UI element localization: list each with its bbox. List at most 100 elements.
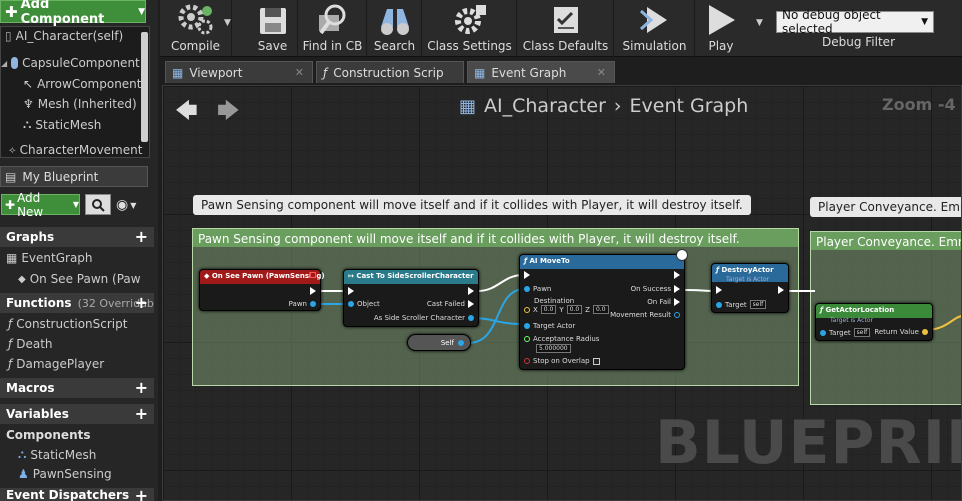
add-new-button[interactable]: ✚ Add New ▼ (1, 191, 80, 219)
tree-item-arrow[interactable]: ↖ ArrowComponent (23, 77, 142, 91)
function-icon: ƒ (716, 266, 720, 274)
as-character-pin[interactable]: As Side Scroller Character (374, 314, 474, 322)
class-settings-button[interactable]: Class Settings (423, 0, 517, 57)
pawn-output-pin[interactable]: Pawn (289, 300, 316, 308)
component-item-staticmesh[interactable]: ⛬ StaticMesh (18, 447, 96, 462)
tab-viewport[interactable]: ▦ Viewport ✕ (165, 61, 313, 83)
event-dispatchers-header[interactable]: Event Dispatchers + (0, 488, 154, 501)
object-input-pin[interactable]: Object (348, 300, 380, 308)
target-actor-pin[interactable]: Target Actor (524, 322, 575, 330)
exec-out-pin[interactable] (778, 286, 784, 294)
play-button[interactable]: Play (696, 0, 746, 57)
tree-item-staticmesh[interactable]: ⛬ StaticMesh (23, 117, 101, 132)
node-cast-to[interactable]: ↦ Cast To SideScrollerCharacter Object C… (343, 269, 479, 327)
component-item-pawnsensing[interactable]: ♟ PawnSensing (18, 467, 112, 481)
tree-item-mesh[interactable]: ♆ Mesh (Inherited) (23, 97, 137, 111)
target-input-pin[interactable]: Target self (820, 328, 871, 337)
search-button[interactable] (85, 194, 111, 215)
on-fail-pin[interactable]: On Fail (647, 298, 680, 306)
static-mesh-icon: ⛬ (18, 447, 27, 461)
tab-event-graph[interactable]: ▦ Event Graph ✕ (467, 61, 615, 83)
tree-item-self[interactable]: ▯ AI_Character(self) (5, 29, 123, 43)
movement-result-pin[interactable]: Movement Result (610, 311, 680, 319)
graph-icon: ▦ (6, 251, 18, 265)
exec-out-pin[interactable] (310, 287, 316, 295)
exec-in-pin[interactable] (716, 286, 722, 294)
dest-z-field[interactable]: 0.0 (592, 305, 609, 314)
cast-icon: ↦ (348, 272, 354, 280)
function-item-construction[interactable]: ƒ ConstructionScript (8, 317, 127, 331)
node-self[interactable]: Self (407, 334, 471, 351)
components-tree: ▯ AI_Character(self) ◢ CapsuleComponent … (0, 26, 150, 158)
stop-on-overlap-pin[interactable]: Stop on Overlap (524, 357, 600, 365)
chevron-down-icon: ▼ (130, 200, 137, 210)
tree-item-capsule[interactable]: ◢ CapsuleComponent (1, 56, 140, 70)
variables-header[interactable]: Variables + (0, 404, 154, 424)
components-subheader[interactable]: Components (6, 428, 91, 442)
target-input-pin[interactable]: Target self (716, 300, 767, 309)
add-function-button[interactable]: + (135, 295, 148, 311)
event-icon: ◆ (18, 273, 26, 285)
debug-object-select[interactable]: No debug object selected ▼ (776, 8, 934, 36)
pawn-sensing-icon: ♟ (18, 467, 29, 481)
checkbox-icon[interactable] (592, 357, 600, 365)
simulation-button[interactable]: Simulation (615, 0, 695, 57)
arrow-icon: ↖ (23, 77, 34, 91)
graphs-header[interactable]: Graphs + (0, 227, 154, 247)
function-icon: ƒ (524, 257, 528, 265)
add-dispatcher-button[interactable]: + (135, 488, 148, 501)
plus-icon: ✚ (5, 197, 16, 212)
graph-item-eventgraph[interactable]: ▦ EventGraph (6, 251, 93, 265)
event-graph-canvas[interactable]: 🡄 🡆 ▦ AI_Character › Event Graph Zoom -4… (162, 85, 962, 501)
dest-x-field[interactable]: 0.0 (540, 305, 557, 314)
acceptance-radius-pin[interactable]: Acceptance Radius (524, 335, 599, 343)
add-variable-button[interactable]: + (135, 406, 148, 422)
search-button-toolbar[interactable]: Search (368, 0, 422, 57)
pawn-input-pin[interactable]: Pawn (524, 285, 551, 293)
tree-item-movement[interactable]: ⟡ CharacterMovement (9, 143, 142, 157)
checklist-icon (553, 7, 578, 33)
tree-scrollbar[interactable] (141, 32, 148, 142)
compile-options-chevron[interactable]: ▼ (224, 18, 231, 28)
view-options-button[interactable]: ◉ ▼ (116, 196, 148, 214)
exec-in-pin[interactable] (348, 287, 354, 295)
function-item-death[interactable]: ƒ Death (8, 337, 53, 351)
exec-out-pin[interactable] (468, 287, 474, 295)
return-value-pin[interactable]: Return Value (874, 328, 928, 336)
exec-out-pin[interactable] (674, 271, 680, 279)
my-blueprint-tab[interactable]: ▤ My Blueprint (0, 166, 148, 187)
radius-field[interactable]: 5.000000 (536, 344, 571, 353)
function-icon: ƒ (8, 337, 13, 351)
node-ai-moveto[interactable]: ƒ AI MoveTo Pawn Destination X 0.0 Y 0.0… (519, 249, 688, 370)
node-on-see-pawn[interactable]: ◆ On See Pawn (PawnSensing) Pawn (199, 269, 325, 311)
graph-icon: ▦ (474, 65, 486, 80)
close-icon[interactable]: ✕ (597, 66, 606, 79)
cast-failed-pin[interactable]: Cast Failed (427, 300, 474, 308)
binoculars-icon (380, 9, 409, 35)
compile-button[interactable]: Compile (160, 0, 232, 57)
add-graph-button[interactable]: + (135, 229, 148, 245)
play-options-chevron[interactable]: ▼ (756, 18, 763, 28)
destination-input-pin[interactable]: X 0.0 Y 0.0 Z 0.0 (524, 305, 609, 314)
functions-header[interactable]: Functions (32 Overridab + (0, 293, 154, 313)
add-macro-button[interactable]: + (135, 380, 148, 396)
save-button[interactable]: Save (248, 0, 298, 57)
destination-label: Destination (534, 297, 575, 305)
add-component-button[interactable]: ✚ Add Component ▼ (0, 0, 146, 27)
macros-header[interactable]: Macros + (0, 378, 154, 398)
find-in-cb-button[interactable]: Find in CB (299, 0, 367, 57)
graph-item-onseepawn[interactable]: ◆ On See Pawn (Paw (18, 272, 141, 286)
exec-in-pin[interactable] (524, 271, 530, 279)
function-item-damageplayer[interactable]: ƒ DamagePlayer (8, 357, 104, 371)
chevron-down-icon: ▼ (72, 200, 79, 209)
self-output-pin[interactable] (458, 339, 464, 346)
tab-construction-script[interactable]: ƒ Construction Scrip (316, 61, 464, 83)
close-icon[interactable]: ✕ (295, 66, 304, 79)
node-destroy-actor[interactable]: ƒ DestroyActor Target is Actor Target se… (711, 263, 789, 313)
on-success-pin[interactable]: On Success (631, 285, 680, 293)
node-get-actor-location[interactable]: ƒ GetActorLocation Target is Actor Targe… (815, 303, 933, 341)
compile-gears-icon (178, 4, 212, 35)
toolbar: Compile ▼ Save Find in CB Search Class S… (160, 0, 962, 57)
class-defaults-button[interactable]: Class Defaults (518, 0, 614, 57)
dest-y-field[interactable]: 0.0 (566, 305, 583, 314)
